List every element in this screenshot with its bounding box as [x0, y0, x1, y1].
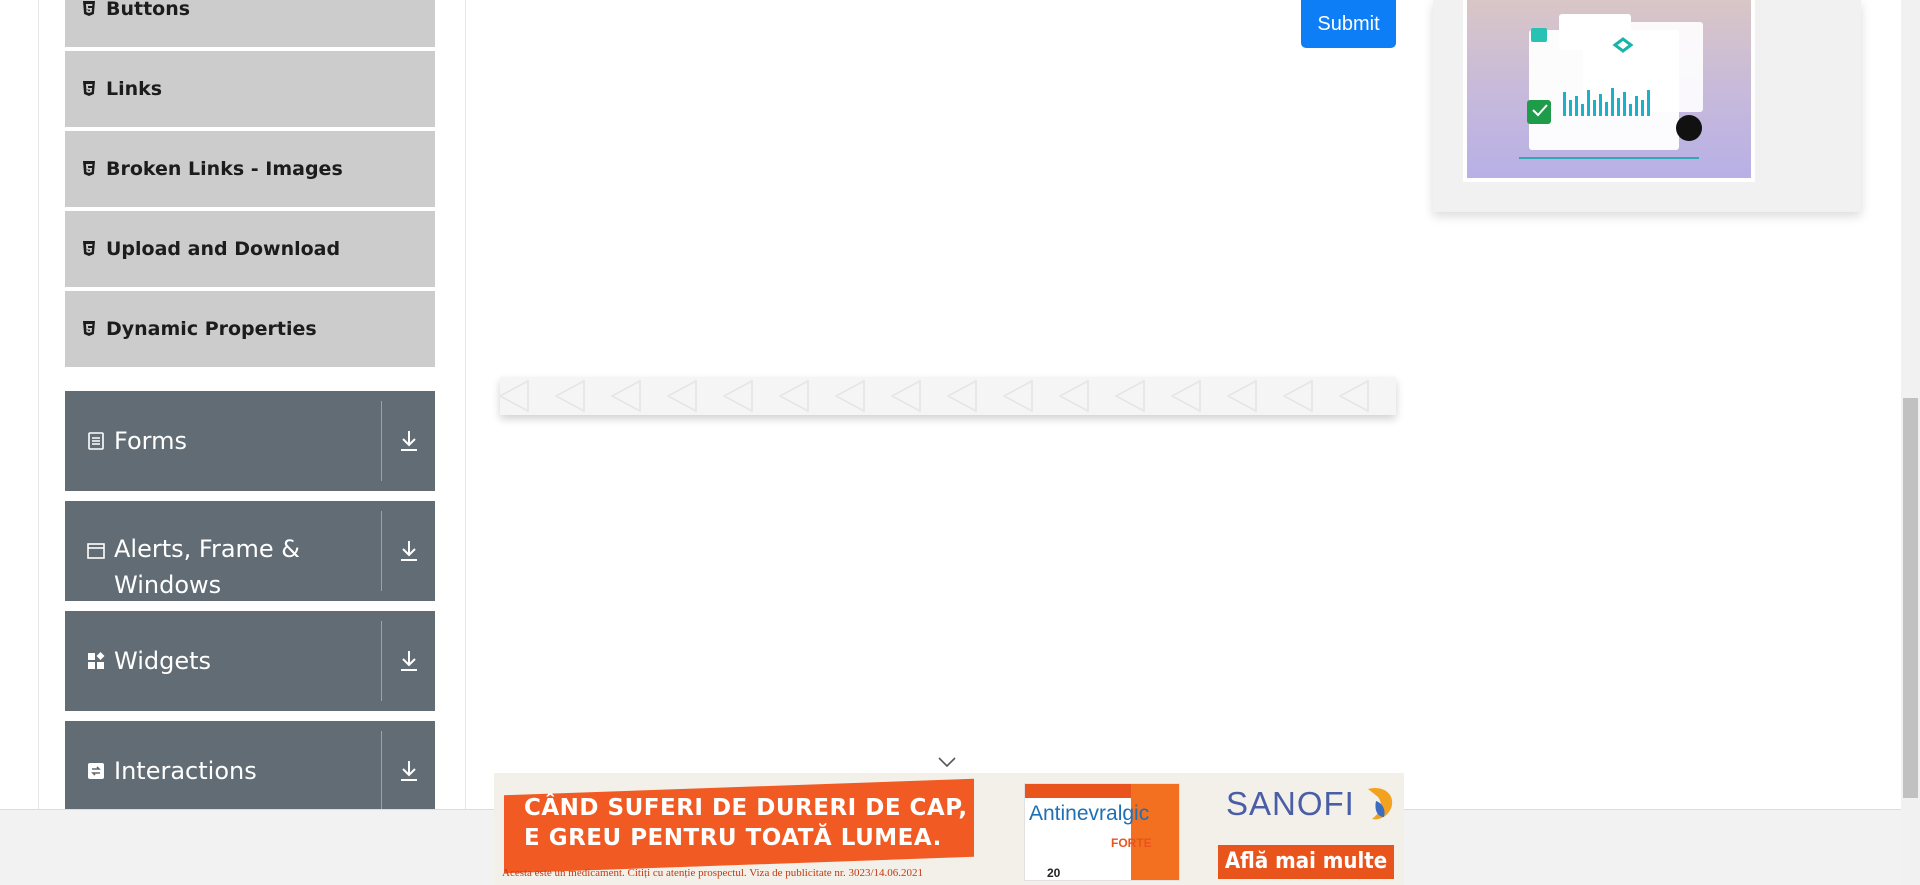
widgets-icon	[88, 652, 105, 669]
learn-more-button[interactable]: Află mai multe	[1218, 845, 1394, 879]
group-divider	[381, 401, 382, 481]
window-icon	[87, 543, 105, 559]
sidebar-item-broken-links[interactable]: Broken Links - Images	[65, 131, 435, 209]
download-arrow-icon[interactable]	[398, 429, 420, 453]
download-arrow-icon[interactable]	[398, 539, 420, 563]
triangle-pattern	[500, 379, 1369, 413]
interactions-icon	[88, 763, 104, 779]
disclaimer-text: Acesta este un medicament. Citiți cu ate…	[502, 867, 923, 879]
sidebar-item-dynamic-properties[interactable]: Dynamic Properties	[65, 291, 435, 369]
submit-button[interactable]: Submit	[1301, 0, 1396, 48]
download-arrow-icon[interactable]	[398, 649, 420, 673]
group-label-line2: Windows	[114, 571, 222, 599]
html5-icon	[83, 1, 95, 16]
sidebar-group-forms[interactable]: Forms	[65, 391, 435, 491]
ad-card[interactable]	[1433, 0, 1861, 212]
product-name: Antinevralgic	[1029, 802, 1150, 825]
group-label: Forms	[114, 427, 187, 455]
scrollbar-thumb[interactable]	[1903, 398, 1918, 798]
sidebar-item-label: Dynamic Properties	[106, 318, 317, 340]
html5-icon	[83, 161, 95, 176]
group-divider	[381, 511, 382, 591]
box-orange-side	[1131, 784, 1179, 880]
sidebar-item-buttons[interactable]: Buttons	[65, 0, 435, 49]
ad-placeholder-strip	[500, 377, 1396, 415]
form-icon	[88, 432, 104, 450]
sidebar-group-widgets[interactable]: Widgets	[65, 611, 435, 711]
sidebar-group-alerts-frame-windows[interactable]: Alerts, Frame & Windows	[65, 501, 435, 601]
slogan-line-1: CÂND SUFERI DE DURERI DE CAP,	[524, 795, 968, 821]
group-label: Interactions	[114, 757, 257, 785]
group-label: Widgets	[114, 647, 212, 675]
html5-icon	[83, 81, 95, 96]
dashboard-illustration	[1519, 14, 1703, 159]
slogan-line-2: E GREU PENTRU TOATĂ LUMEA.	[524, 825, 942, 851]
html5-icon	[83, 321, 95, 336]
sidebar-item-label: Buttons	[106, 0, 191, 20]
sidebar-item-label: Broken Links - Images	[106, 158, 343, 180]
sidebar-item-links[interactable]: Links	[65, 51, 435, 129]
sidebar-item-label: Upload and Download	[106, 238, 341, 260]
group-label-line1: Alerts, Frame &	[114, 535, 301, 563]
ad-image	[1463, 0, 1755, 182]
sanofi-logo: SANOFI	[1226, 785, 1355, 822]
group-divider	[381, 621, 382, 701]
download-arrow-icon[interactable]	[398, 759, 420, 783]
product-variant: FORTE	[1111, 836, 1152, 850]
product-box: Antinevralgic FORTE 20	[1024, 783, 1180, 881]
sidebar-item-upload-download[interactable]: Upload and Download	[65, 211, 435, 289]
bottom-banner-ad[interactable]: CÂND SUFERI DE DURERI DE CAP, E GREU PEN…	[494, 773, 1404, 885]
html5-icon	[83, 241, 95, 256]
product-count: 20	[1047, 866, 1061, 880]
group-divider	[381, 731, 382, 811]
sidebar-group-interactions[interactable]: Interactions	[65, 721, 435, 821]
sidebar-item-label: Links	[106, 78, 163, 100]
chevron-down-icon[interactable]	[937, 756, 957, 768]
sanofi-bird-icon	[1368, 787, 1393, 820]
